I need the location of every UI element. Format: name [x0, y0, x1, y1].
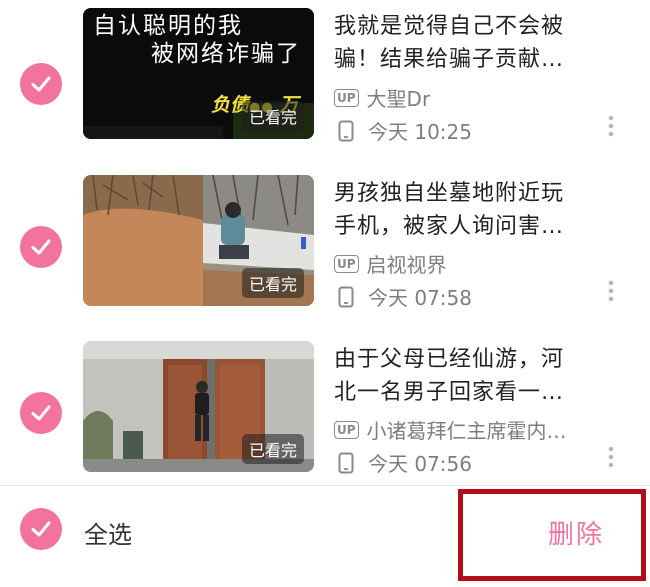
list-item[interactable]: 自认聪明的我 被网络诈骗了 负债●● 万 已看完 我就是觉得自己不会被 骗！结果…	[0, 0, 650, 150]
uploader-name: 大聖Dr	[366, 87, 431, 111]
up-badge-icon: UP	[334, 254, 359, 273]
uploader-name: 小诸葛拜仁主席霍内…	[366, 419, 567, 443]
list-item[interactable]: 已看完 由于父母已经仙游，河 北一名男子回家看一… UP 小诸葛拜仁主席霍内… …	[0, 333, 650, 483]
more-vertical-icon	[608, 446, 614, 468]
select-all-checkbox[interactable]	[20, 508, 62, 550]
video-title[interactable]: 由于父母已经仙游，河 北一名男子回家看一…	[334, 343, 604, 409]
watched-badge: 已看完	[241, 434, 304, 464]
video-title[interactable]: 男孩独自坐墓地附近玩 手机，被家人询问害…	[334, 177, 604, 243]
watch-time: 今天 07:56	[368, 452, 472, 476]
history-list: 自认聪明的我 被网络诈骗了 负债●● 万 已看完 我就是觉得自己不会被 骗！结果…	[0, 0, 650, 485]
uploader-row[interactable]: UP 大聖Dr	[334, 83, 430, 112]
item-checkbox[interactable]	[20, 226, 62, 268]
up-badge-icon: UP	[334, 88, 359, 107]
uploader-row[interactable]: UP 小诸葛拜仁主席霍内…	[334, 415, 567, 444]
watch-time-row: 今天 10:25	[334, 116, 472, 145]
watch-time-row: 今天 07:58	[334, 282, 472, 311]
video-title-line: 男孩独自坐墓地附近玩	[334, 181, 565, 206]
check-icon	[31, 76, 51, 92]
video-title-line: 我就是觉得自己不会被	[334, 14, 565, 39]
video-thumbnail[interactable]: 自认聪明的我 被网络诈骗了 负债●● 万 已看完	[83, 8, 314, 139]
watch-time: 今天 10:25	[368, 120, 472, 144]
more-button[interactable]	[607, 280, 615, 302]
thumbnail-caption-line: 自认聪明的我	[93, 13, 243, 39]
more-button[interactable]	[607, 115, 615, 137]
more-button[interactable]	[607, 446, 615, 468]
uploader-name: 启视视界	[366, 253, 447, 277]
phone-icon	[338, 120, 354, 141]
watch-time: 今天 07:58	[368, 286, 472, 310]
watched-badge: 已看完	[241, 101, 304, 131]
video-title-line: 手机，被家人询问害…	[334, 214, 565, 239]
video-title-line: 北一名男子回家看一…	[334, 380, 565, 405]
watched-badge: 已看完	[241, 268, 304, 298]
up-badge-icon: UP	[334, 420, 359, 439]
thumbnail-caption-line: 被网络诈骗了	[151, 41, 301, 67]
delete-button[interactable]: 删除	[548, 514, 604, 551]
more-vertical-icon	[608, 280, 614, 302]
item-checkbox[interactable]	[20, 392, 62, 434]
watch-time-row: 今天 07:56	[334, 448, 472, 477]
video-thumbnail[interactable]: 已看完	[83, 175, 314, 306]
uploader-row[interactable]: UP 启视视界	[334, 249, 447, 278]
phone-icon	[338, 286, 354, 307]
thumbnail-caption: 自认聪明的我 被网络诈骗了	[93, 12, 301, 68]
bottom-action-bar: 全选 删除	[0, 485, 650, 587]
video-title[interactable]: 我就是觉得自己不会被 骗！结果给骗子贡献…	[334, 10, 604, 76]
video-title-line: 由于父母已经仙游，河	[334, 347, 565, 372]
video-thumbnail[interactable]: 已看完	[83, 341, 314, 472]
check-icon	[31, 405, 51, 421]
more-vertical-icon	[608, 115, 614, 137]
phone-icon	[338, 452, 354, 473]
list-item[interactable]: 已看完 男孩独自坐墓地附近玩 手机，被家人询问害… UP 启视视界 今天 07:…	[0, 167, 650, 317]
item-checkbox[interactable]	[20, 63, 62, 105]
select-all-label[interactable]: 全选	[84, 515, 132, 550]
check-icon	[31, 521, 51, 537]
check-icon	[31, 239, 51, 255]
video-title-line: 骗！结果给骗子贡献…	[334, 47, 565, 72]
